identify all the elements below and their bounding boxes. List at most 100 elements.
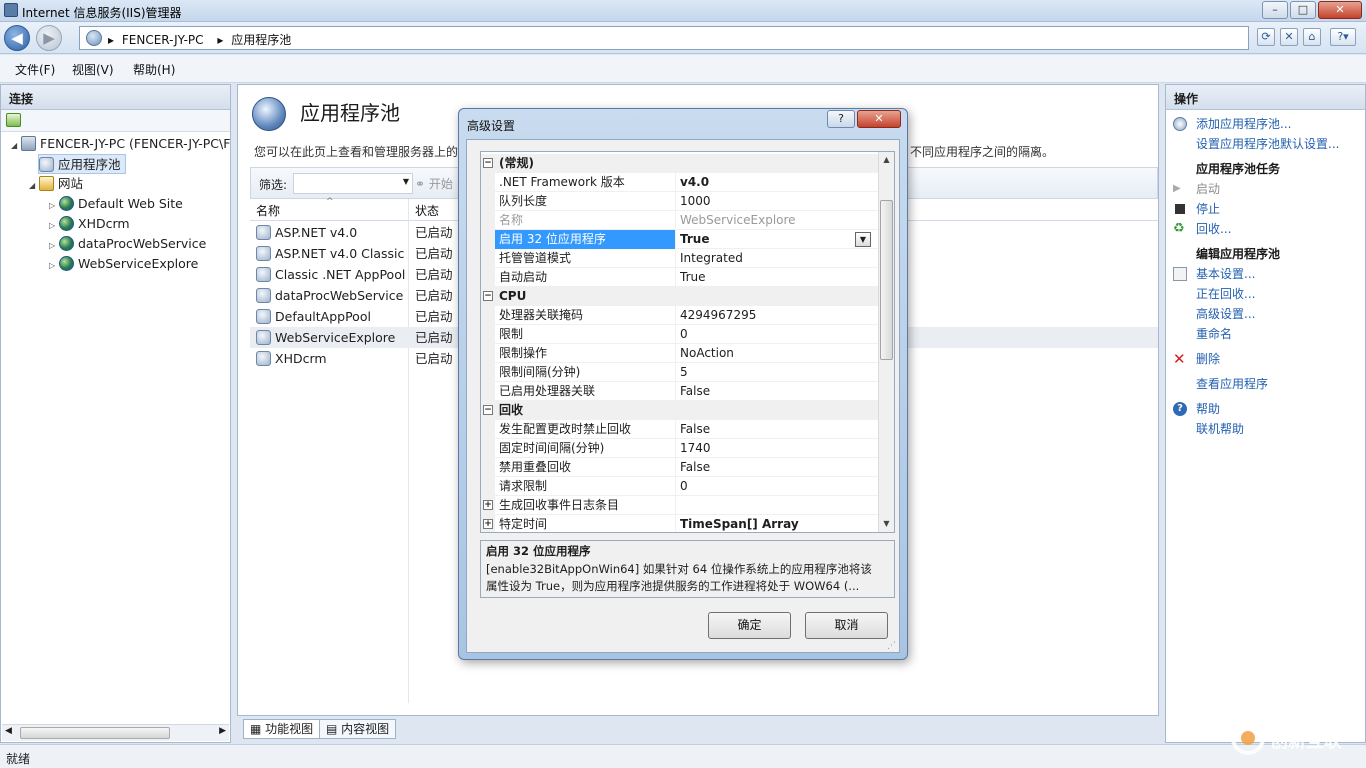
value-dropdown-icon[interactable]: ▼	[855, 232, 871, 247]
page-description: 您可以在此页上查看和管理服务器上的	[254, 145, 459, 159]
tree-node-site[interactable]: ▷ dataProcWebService	[49, 234, 206, 254]
property-row-selected[interactable]: 启用 32 位应用程序 True ▼	[481, 230, 879, 249]
scroll-down-icon[interactable]: ▼	[879, 516, 894, 532]
expand-icon[interactable]: ▷	[49, 236, 59, 256]
window-title: Internet 信息服务(IIS)管理器	[22, 6, 182, 20]
add-pool-icon	[1173, 117, 1187, 131]
property-row[interactable]: 托管管道模式 Integrated	[481, 249, 879, 268]
category-recycling[interactable]: − 回收	[481, 401, 879, 420]
breadcrumb-server[interactable]: FENCER-JY-PC	[122, 33, 204, 47]
scrollbar-thumb[interactable]	[20, 727, 170, 739]
status-bar: 就绪	[0, 744, 1366, 768]
tree-node-site[interactable]: ▷ Default Web Site	[49, 194, 183, 214]
expand-icon[interactable]: ▷	[49, 216, 59, 236]
minimize-button[interactable]: –	[1262, 1, 1288, 19]
collapse-box-icon[interactable]: −	[483, 405, 493, 415]
advanced-settings-dialog: 高级设置 ? ✕ − (常规) .NET Framework 版本 v4.0 队列长…	[458, 108, 908, 660]
app-pool-icon	[39, 157, 54, 172]
resize-grip-icon[interactable]: ⋰	[887, 641, 896, 651]
collapse-icon[interactable]: ◢	[29, 176, 39, 196]
dialog-close-button[interactable]: ✕	[857, 110, 901, 128]
dropdown-arrow-icon[interactable]: ▼	[403, 177, 409, 186]
filter-input[interactable]: ▼	[293, 173, 413, 194]
forward-button[interactable]: ▶	[36, 25, 62, 51]
property-row[interactable]: 限制操作 NoAction	[481, 344, 879, 363]
collapse-box-icon[interactable]: −	[483, 291, 493, 301]
description-title: 启用 32 位应用程序	[486, 544, 591, 558]
property-row[interactable]: .NET Framework 版本 v4.0	[481, 173, 879, 192]
tree-node-server[interactable]: ◢ FENCER-JY-PC (FENCER-JY-PC\F	[11, 134, 230, 154]
property-row[interactable]: 处理器关联掩码 4294967295	[481, 306, 879, 325]
app-pool-icon	[256, 246, 271, 261]
collapse-box-icon[interactable]: −	[483, 158, 493, 168]
scroll-up-icon[interactable]: ▲	[879, 152, 894, 168]
property-description: 启用 32 位应用程序 [enable32BitAppOnWin64] 如果针对…	[480, 540, 895, 598]
dialog-help-button[interactable]: ?	[827, 110, 855, 128]
iis-app-icon	[4, 3, 18, 17]
property-grid-scrollbar[interactable]: ▲ ▼	[878, 152, 894, 532]
column-name[interactable]: 名称	[256, 202, 280, 219]
close-button[interactable]: ✕	[1318, 1, 1362, 19]
actions-header: 操作	[1166, 85, 1365, 110]
tree-node-app-pools[interactable]: 应用程序池	[38, 154, 126, 174]
property-row[interactable]: 发生配置更改时禁止回收 False	[481, 420, 879, 439]
breadcrumb-page[interactable]: 应用程序池	[231, 33, 291, 47]
expand-icon[interactable]: ▷	[49, 256, 59, 276]
menu-view[interactable]: 视图(V)	[72, 61, 114, 78]
app-pool-icon	[256, 309, 271, 324]
watermark-text: 创新互联	[1270, 731, 1342, 752]
property-row-readonly[interactable]: 名称 WebServiceExplore	[481, 211, 879, 230]
ok-button[interactable]: 确定	[708, 612, 791, 639]
tab-features-view[interactable]: ▦ 功能视图	[243, 719, 321, 739]
scrollbar-thumb[interactable]	[880, 200, 893, 360]
horizontal-scrollbar[interactable]: ◀ ▶	[2, 724, 229, 741]
column-status[interactable]: 状态	[415, 202, 439, 219]
connections-toolbar	[1, 110, 230, 132]
stop-icon[interactable]: ✕	[1280, 28, 1298, 46]
filter-label: 筛选:	[259, 178, 288, 192]
property-row[interactable]: 队列长度 1000	[481, 192, 879, 211]
property-row-expandable[interactable]: + 特定时间 TimeSpan[] Array	[481, 515, 879, 532]
property-row[interactable]: 请求限制 0	[481, 477, 879, 496]
globe-icon	[59, 256, 74, 271]
property-row[interactable]: 自动启动 True	[481, 268, 879, 287]
collapse-icon[interactable]: ◢	[11, 136, 21, 156]
dialog-title: 高级设置	[467, 119, 516, 133]
content-view-icon: ▤	[326, 722, 342, 736]
property-row[interactable]: 禁用重叠回收 False	[481, 458, 879, 477]
add-connection-icon[interactable]	[6, 113, 21, 127]
back-button[interactable]: ◀	[4, 25, 30, 51]
scroll-left-icon[interactable]: ◀	[5, 726, 12, 736]
breadcrumb: ▸ FENCER-JY-PC ▸ 应用程序池	[108, 31, 291, 48]
property-row[interactable]: 固定时间间隔(分钟) 1740	[481, 439, 879, 458]
home-icon[interactable]: ⌂	[1303, 28, 1321, 46]
tree-node-sites[interactable]: ◢ 网站	[29, 174, 83, 194]
refresh-icon[interactable]: ⟳	[1257, 28, 1275, 46]
play-icon: ▶	[1173, 183, 1181, 194]
expand-icon[interactable]: ▷	[49, 196, 59, 216]
property-row[interactable]: 已启用处理器关联 False	[481, 382, 879, 401]
category-cpu[interactable]: − CPU	[481, 287, 879, 306]
menu-help[interactable]: 帮助(H)	[133, 61, 175, 78]
maximize-button[interactable]: □	[1290, 1, 1316, 19]
status-text: 就绪	[6, 752, 31, 766]
forward-arrow-icon: ▶	[43, 29, 55, 47]
help-circle-icon: ?	[1173, 402, 1187, 416]
cancel-button[interactable]: 取消	[805, 612, 888, 639]
menu-file[interactable]: 文件(F)	[15, 61, 55, 78]
tree-node-site[interactable]: ▷ XHDcrm	[49, 214, 130, 234]
start-filter-button[interactable]: ⚭ 开始	[415, 175, 453, 192]
property-grid: − (常规) .NET Framework 版本 v4.0 队列长度 1000 名称 W…	[480, 151, 895, 533]
expand-box-icon[interactable]: +	[483, 519, 493, 529]
expand-box-icon[interactable]: +	[483, 500, 493, 510]
server-globe-icon	[86, 30, 102, 46]
property-row-expandable[interactable]: + 生成回收事件日志条目	[481, 496, 879, 515]
address-bar[interactable]: ▸ FENCER-JY-PC ▸ 应用程序池	[79, 26, 1249, 50]
category-general[interactable]: − (常规)	[481, 154, 879, 173]
property-row[interactable]: 限制 0	[481, 325, 879, 344]
scroll-right-icon[interactable]: ▶	[219, 726, 226, 736]
help-icon[interactable]: ?▾	[1330, 28, 1356, 46]
tab-content-view[interactable]: ▤ 内容视图	[319, 719, 397, 739]
tree-node-site[interactable]: ▷ WebServiceExplore	[49, 254, 198, 274]
property-row[interactable]: 限制间隔(分钟) 5	[481, 363, 879, 382]
